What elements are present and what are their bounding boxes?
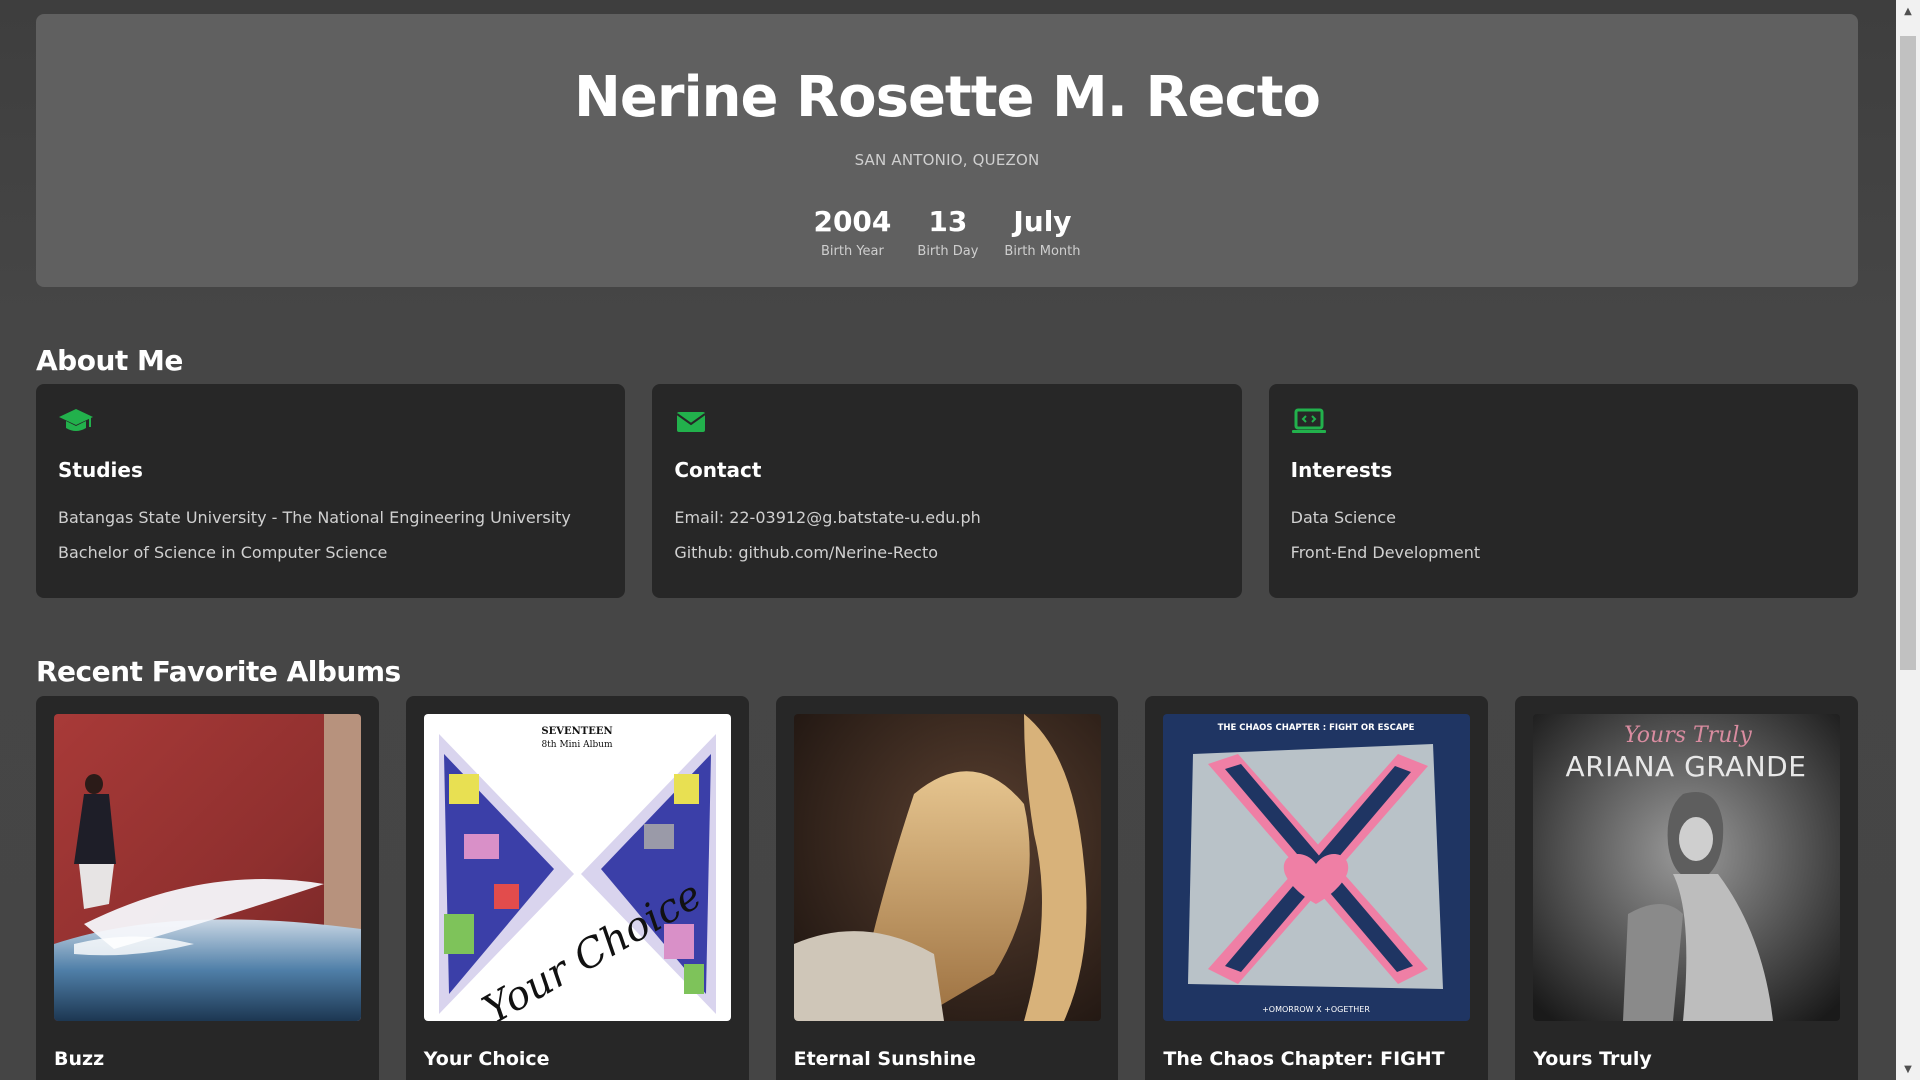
stat-label: Birth Month	[1004, 244, 1081, 259]
about-cards: Studies Batangas State University - The …	[36, 384, 1858, 598]
profile-name: Nerine Rosette M. Recto	[574, 65, 1321, 130]
scroll-thumb[interactable]	[1900, 36, 1916, 670]
cover-text: SEVENTEEN	[541, 726, 612, 737]
album-cover-buzz	[54, 714, 361, 1021]
card-line: Front-End Development	[1290, 543, 1481, 562]
scroll-down-arrow-icon[interactable]: ▼	[1896, 1058, 1920, 1080]
cover-text: Yours Truly	[1624, 723, 1752, 748]
stat-birth-month: July Birth Month	[1004, 204, 1080, 259]
album-title: Yours Truly	[1533, 1048, 1652, 1070]
page: Nerine Rosette M. Recto SAN ANTONIO, QUE…	[0, 0, 1896, 1080]
stat-birth-year: 2004 Birth Year	[813, 204, 891, 259]
stat-value: July	[1013, 205, 1072, 238]
album-title: Buzz	[54, 1048, 105, 1070]
birth-stats: 2004 Birth Year 13 Birth Day July Birth …	[36, 204, 1858, 259]
album-card-your-choice[interactable]: SEVENTEEN 8th Mini Album Your Choice You…	[405, 696, 749, 1080]
stat-birth-day: 13 Birth Day	[917, 204, 978, 259]
cover-text: ARIANA GRANDE	[1566, 750, 1807, 783]
laptop-code-icon	[1291, 406, 1327, 436]
card-title: Studies	[58, 458, 143, 482]
stat-label: Birth Day	[917, 244, 979, 259]
interests-card: Interests Data Science Front-End Develop…	[1268, 384, 1858, 598]
stat-value: 13	[928, 205, 968, 238]
album-cover-your-choice: SEVENTEEN 8th Mini Album Your Choice	[423, 714, 731, 1021]
contact-github[interactable]: Github: github.com/Nerine-Recto	[674, 543, 938, 562]
album-card-yours-truly[interactable]: Yours Truly ARIANA GRANDE Yours Truly	[1515, 696, 1858, 1080]
album-cover-chaos-chapter: THE CHAOS CHAPTER : FIGHT OR ESCAPE +OMO…	[1163, 714, 1471, 1021]
about-section-title: About Me	[36, 344, 183, 377]
graduation-cap-icon	[58, 406, 94, 436]
card-title: Interests	[1290, 458, 1393, 482]
album-cards: Buzz SEVENTEEN 8th Mini Album Your Choic…	[36, 696, 1858, 1080]
album-title: Eternal Sunshine	[793, 1048, 976, 1070]
album-cover-eternal-sunshine	[793, 714, 1101, 1021]
envelope-icon	[674, 406, 710, 436]
studies-card: Studies Batangas State University - The …	[36, 384, 626, 598]
contact-email[interactable]: Email: 22-03912@g.batstate-u.edu.ph	[674, 508, 980, 527]
profile-location: SAN ANTONIO, QUEZON	[854, 151, 1040, 169]
profile-header: Nerine Rosette M. Recto SAN ANTONIO, QUE…	[36, 14, 1858, 287]
cover-text: 8th Mini Album	[541, 740, 613, 750]
scroll-up-arrow-icon[interactable]: ▲	[1896, 0, 1920, 22]
contact-card: Contact Email: 22-03912@g.batstate-u.edu…	[652, 384, 1242, 598]
album-cover-yours-truly: Yours Truly ARIANA GRANDE	[1533, 714, 1841, 1021]
album-card-buzz[interactable]: Buzz	[36, 696, 379, 1080]
card-title: Contact	[674, 458, 762, 482]
albums-section-title: Recent Favorite Albums	[36, 655, 401, 688]
card-line: Batangas State University - The National…	[58, 508, 571, 527]
stat-label: Birth Year	[821, 244, 884, 259]
album-title: The Chaos Chapter: FIGHT OR ESCAPE	[1163, 1048, 1445, 1080]
card-line: Bachelor of Science in Computer Science	[58, 543, 388, 562]
album-card-eternal-sunshine[interactable]: Eternal Sunshine	[775, 696, 1119, 1080]
card-line: Data Science	[1290, 508, 1396, 527]
stat-value: 2004	[813, 205, 892, 238]
cover-text: THE CHAOS CHAPTER : FIGHT OR ESCAPE	[1218, 723, 1415, 733]
vertical-scrollbar[interactable]: ▲ ▼	[1896, 0, 1920, 1080]
album-title: Your Choice	[423, 1048, 550, 1070]
cover-text: +OMORROW X +OGETHER	[1262, 1005, 1370, 1014]
album-card-chaos-chapter[interactable]: THE CHAOS CHAPTER : FIGHT OR ESCAPE +OMO…	[1145, 696, 1489, 1080]
